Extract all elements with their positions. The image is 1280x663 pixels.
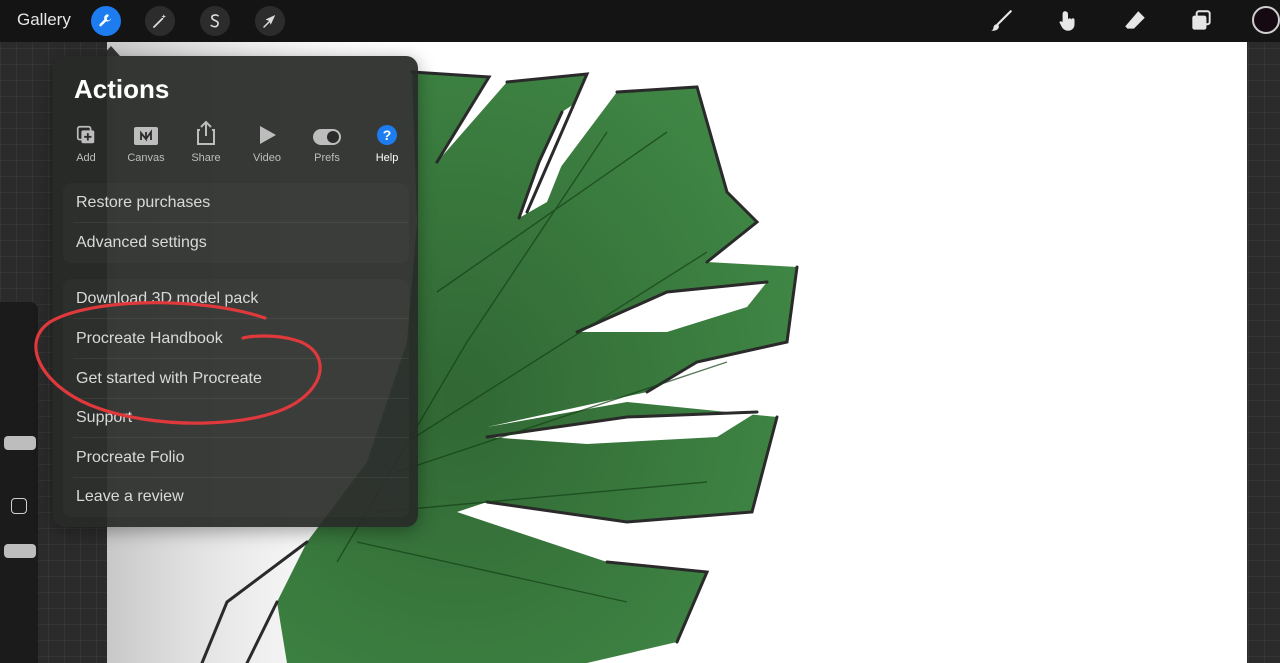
help-icon: ? [357,118,417,146]
eraser-icon[interactable] [1120,6,1150,36]
menu-item-procreate-handbook[interactable]: Procreate Handbook [63,319,409,358]
tab-help[interactable]: ? Help [357,118,417,164]
magic-wand-icon[interactable] [145,6,175,36]
menu-item-advanced-settings[interactable]: Advanced settings [63,223,409,262]
tab-share[interactable]: Share [176,118,236,164]
share-icon [176,118,236,146]
menu-item-download-3d-model-pack[interactable]: Download 3D model pack [63,279,409,318]
brush-icon[interactable] [986,6,1016,36]
wrench-icon[interactable] [91,6,121,36]
add-icon [56,118,116,146]
layers-icon[interactable] [1186,6,1216,36]
svg-text:?: ? [383,127,392,143]
menu-item-get-started[interactable]: Get started with Procreate [63,359,409,398]
tab-label: Video [253,152,281,164]
top-toolbar: Gallery [0,0,1280,42]
menu-item-leave-a-review[interactable]: Leave a review [63,477,409,516]
transform-icon[interactable] [255,6,285,36]
gallery-button[interactable]: Gallery [17,10,71,30]
tab-prefs[interactable]: Prefs [297,118,357,164]
color-picker-button[interactable] [1252,6,1280,34]
menu-item-restore-purchases[interactable]: Restore purchases [63,183,409,222]
left-sidebar [0,302,38,663]
brush-size-slider[interactable] [4,436,36,450]
actions-panel: Actions Add Canvas Share Video Prefs ? H… [53,56,418,527]
modify-button[interactable] [11,498,27,514]
smudge-icon[interactable] [1053,6,1083,36]
canvas-icon [116,118,176,146]
menu-item-procreate-folio[interactable]: Procreate Folio [63,438,409,477]
selection-icon[interactable] [200,6,230,36]
opacity-slider[interactable] [4,544,36,558]
tab-label: Canvas [127,152,165,164]
tab-label: Help [375,152,399,164]
tab-label: Add [76,152,96,164]
tab-label: Share [191,152,221,164]
panel-title: Actions [74,74,170,104]
popover-arrow [102,46,120,56]
tab-video[interactable]: Video [237,118,297,164]
tab-add[interactable]: Add [56,118,116,164]
toggle-icon [297,118,357,146]
tab-label: Prefs [314,152,340,164]
tab-canvas[interactable]: Canvas [116,118,176,164]
menu-item-support[interactable]: Support [63,398,409,437]
play-icon [237,118,297,146]
